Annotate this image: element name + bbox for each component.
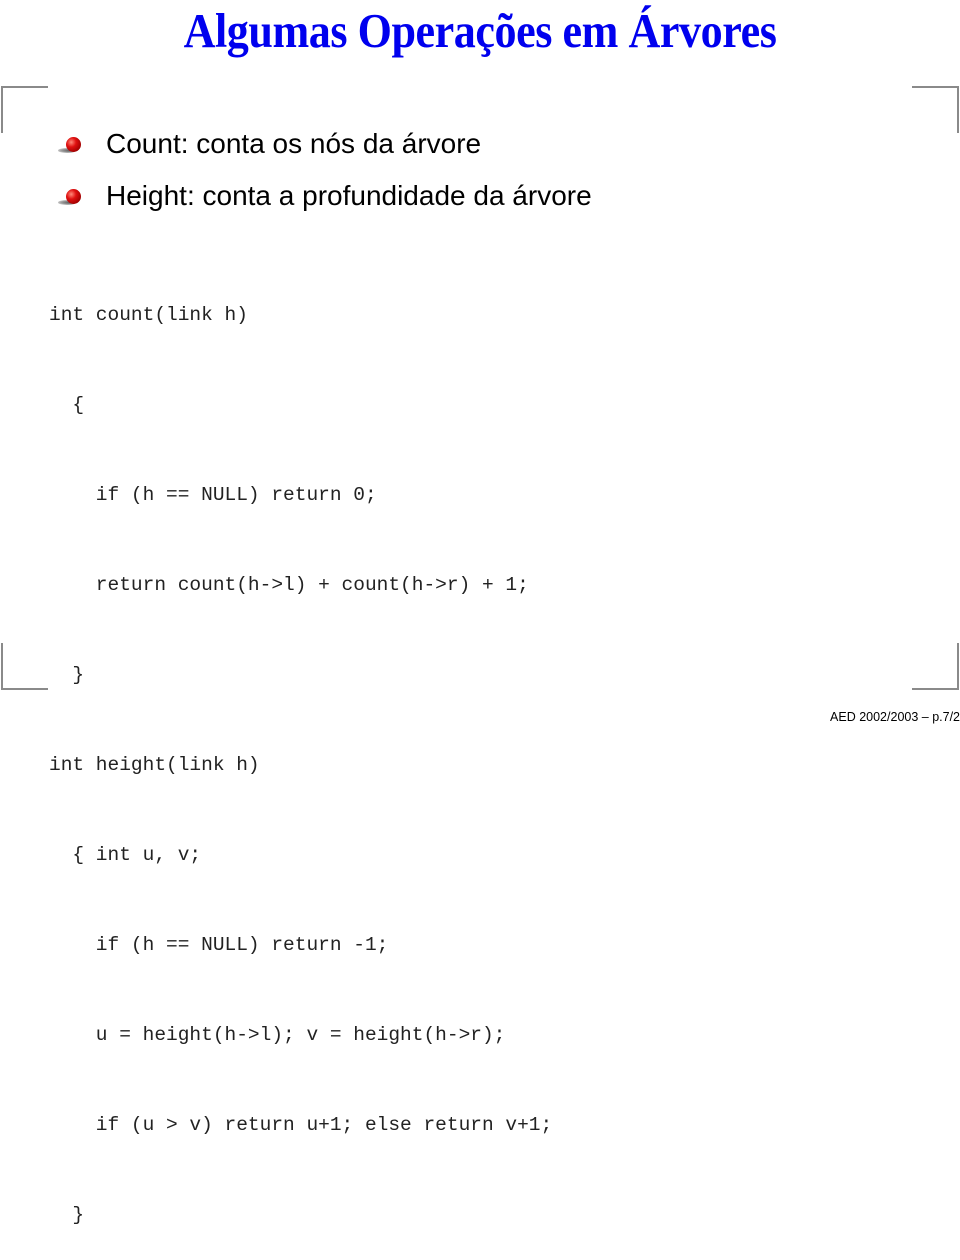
frame-corner-bottom-right [912,643,959,690]
code-line: if (h == NULL) return 0; [49,484,377,506]
code-line: { [49,394,85,416]
bullet-item: Height: conta a profundidade da árvore [58,170,592,222]
code-line: if (h == NULL) return -1; [49,934,389,956]
slide-title: Algumas Operações em Árvores [183,3,777,58]
frame-corner-top-left [1,86,48,133]
code-line: { int u, v; [49,844,202,866]
bullet-text: Count: conta os nós da árvore [106,128,482,159]
bullet-list: Count: conta os nós da árvore Height: co… [58,118,592,222]
code-block: int count(link h) { if (h == NULL) retur… [49,240,552,1260]
frame-corner-bottom-left [1,643,48,690]
bullet-text: Height: conta a profundidade da árvore [106,180,592,211]
red-ball-bullet-icon [58,131,88,157]
slide-footer: AED 2002/2003 – p.7/2 [830,710,960,724]
code-line: int count(link h) [49,304,248,326]
code-line: int height(link h) [49,754,260,776]
code-line: if (u > v) return u+1; else return v+1; [49,1114,553,1136]
code-line: } [49,664,85,686]
code-line: } [49,1204,85,1226]
code-line: u = height(h->l); v = height(h->r); [49,1024,506,1046]
code-line: return count(h->l) + count(h->r) + 1; [49,574,529,596]
frame-corner-top-right [912,86,959,133]
red-ball-bullet-icon [58,183,88,209]
bullet-item: Count: conta os nós da árvore [58,118,592,170]
